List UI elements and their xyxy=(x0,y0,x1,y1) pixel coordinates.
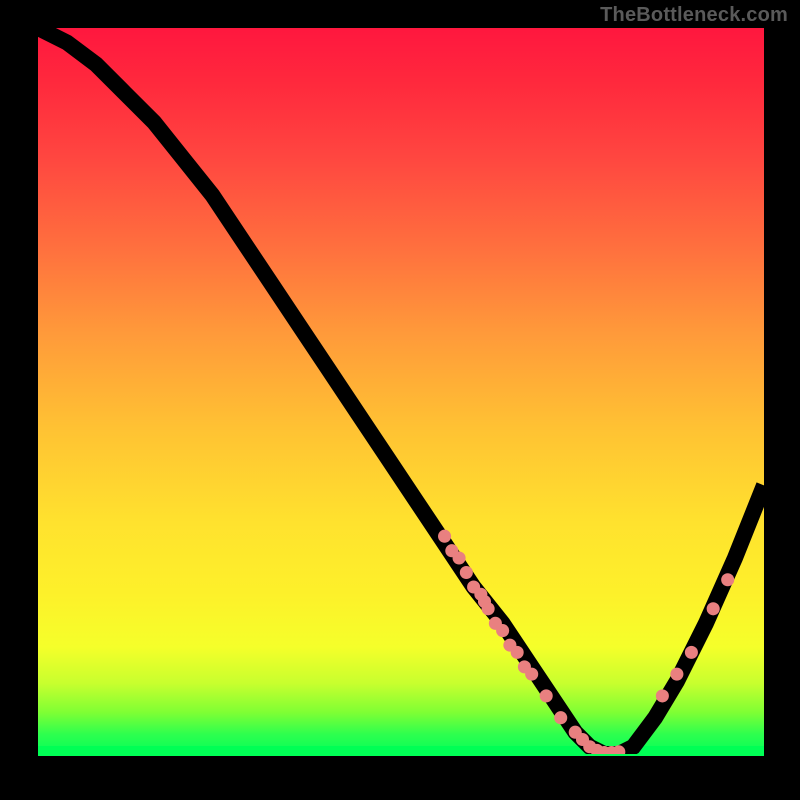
bottleneck-curve xyxy=(38,28,764,754)
chart-svg xyxy=(38,28,764,754)
scatter-point xyxy=(670,668,683,681)
watermark-text: TheBottleneck.com xyxy=(600,4,788,27)
scatter-point xyxy=(685,646,698,659)
scatter-point xyxy=(656,689,669,702)
scatter-point xyxy=(721,573,734,586)
scatter-point xyxy=(453,551,466,564)
scatter-point xyxy=(707,602,720,615)
scatter-point xyxy=(460,566,473,579)
scatter-point xyxy=(482,602,495,615)
scatter-point xyxy=(511,646,524,659)
scatter-point xyxy=(554,711,567,724)
scatter-point xyxy=(496,624,509,637)
scatter-point xyxy=(438,530,451,543)
scatter-point xyxy=(525,668,538,681)
chart-plot-area xyxy=(38,28,764,756)
scatter-point xyxy=(540,689,553,702)
